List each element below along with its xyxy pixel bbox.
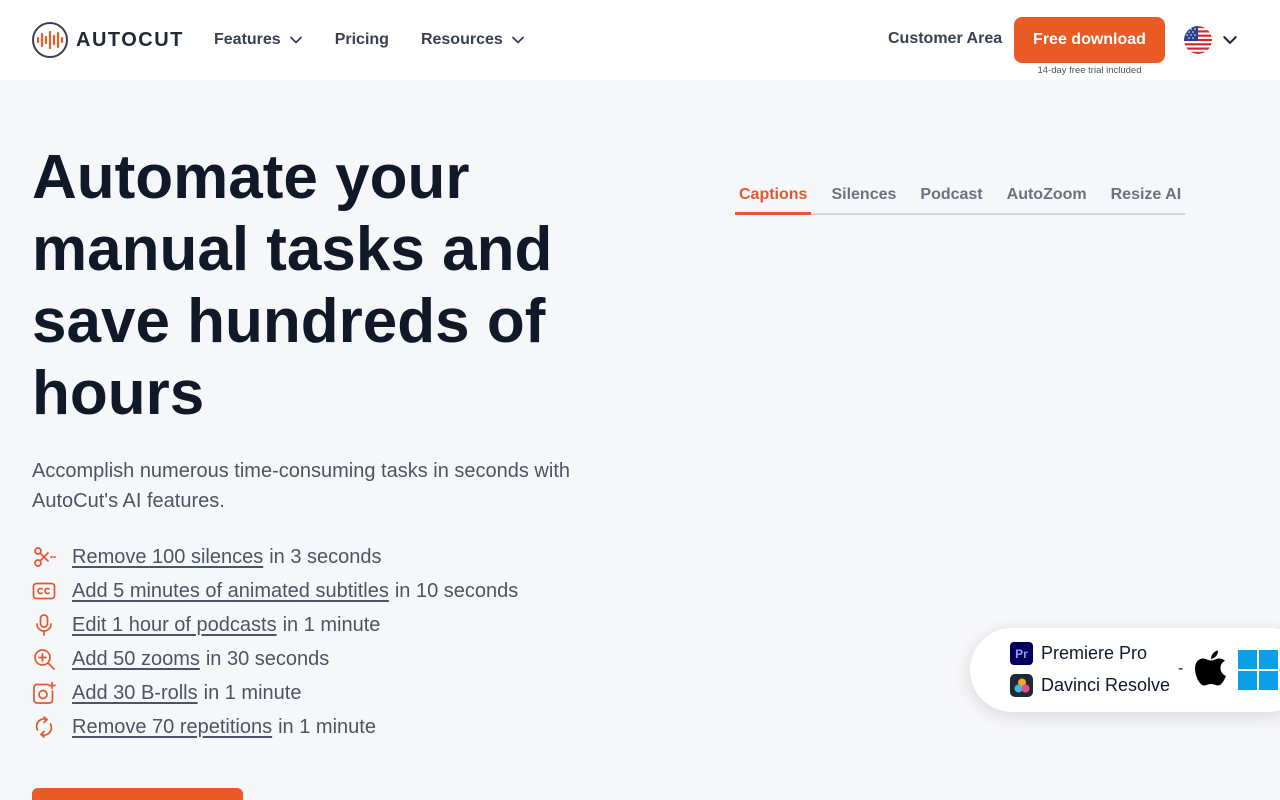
free-download-button[interactable]: Free download <box>1014 17 1165 63</box>
hero-title: Automate your manual tasks and save hund… <box>32 143 553 428</box>
chevron-down-icon <box>289 36 302 44</box>
autocut-logo-icon <box>32 22 68 58</box>
closed-captions-icon <box>32 579 56 603</box>
app-name: Premiere Pro <box>1041 643 1148 663</box>
nav-features-label: Features <box>214 31 281 48</box>
feature-duration: in 1 minute <box>278 715 376 738</box>
chevron-down-icon <box>1223 36 1237 44</box>
windows-icon <box>1238 650 1278 690</box>
download-cta: Free download 14-day free trial included <box>1014 17 1165 76</box>
nav-pricing[interactable]: Pricing <box>335 30 389 50</box>
davinci-resolve-row: Davinci Resolve <box>1010 674 1170 697</box>
image-add-icon <box>32 681 56 705</box>
feature-link[interactable]: Add 30 B-rolls <box>72 682 198 705</box>
nav-resources[interactable]: Resources <box>421 30 525 50</box>
tab-autozoom[interactable]: AutoZoom <box>995 170 1099 215</box>
brand-name: AUTOCUT <box>76 28 184 51</box>
customer-area-link[interactable]: Customer Area <box>888 30 1002 48</box>
tab-captions[interactable]: Captions <box>735 170 812 215</box>
compatibility-badge: Pr Premiere Pro Davinci Resolve - <box>970 628 1280 712</box>
zoom-in-icon <box>32 647 56 671</box>
us-flag-icon <box>1184 26 1212 54</box>
feature-item: Edit 1 hour of podcasts in 1 minute <box>32 608 518 642</box>
premiere-pro-row: Pr Premiere Pro <box>1010 642 1147 665</box>
hero-cta-button[interactable] <box>32 788 243 800</box>
feature-duration: in 10 seconds <box>394 579 519 602</box>
feature-item: Remove 100 silences in 3 seconds <box>32 540 518 574</box>
feature-duration: in 3 seconds <box>269 545 382 568</box>
hero-subtitle: Accomplish numerous time-consuming tasks… <box>32 460 570 512</box>
feature-tabs: Captions Silences Podcast AutoZoom Resiz… <box>735 170 1185 215</box>
tab-silences[interactable]: Silences <box>819 170 908 215</box>
main-menu: Features Pricing Resources <box>214 30 525 50</box>
logo[interactable]: AUTOCUT <box>32 22 184 58</box>
nav-pricing-label: Pricing <box>334 31 389 48</box>
chevron-down-icon <box>511 36 524 44</box>
feature-list: Remove 100 silences in 3 seconds Add 5 m… <box>32 540 518 744</box>
premiere-pro-icon: Pr <box>1010 642 1033 665</box>
feature-item: Add 50 zooms in 30 seconds <box>32 642 518 676</box>
feature-link[interactable]: Remove 100 silences <box>72 546 263 569</box>
language-selector[interactable] <box>1184 26 1238 54</box>
feature-item: Add 30 B-rolls in 1 minute <box>32 676 518 710</box>
apple-icon <box>1195 650 1226 686</box>
trial-note: 14-day free trial included <box>1037 65 1142 76</box>
davinci-resolve-icon <box>1010 674 1033 697</box>
separator: - <box>1178 660 1184 677</box>
feature-duration: in 1 minute <box>203 681 302 704</box>
feature-link[interactable]: Add 50 zooms <box>72 648 200 671</box>
tab-resize-ai[interactable]: Resize AI <box>1099 170 1194 215</box>
feature-duration: in 30 seconds <box>205 647 330 670</box>
repeat-icon <box>32 715 56 739</box>
top-nav: AUTOCUT Features Pricing Resources Custo… <box>0 0 1280 80</box>
app-name: Davinci Resolve <box>1041 675 1171 695</box>
scissors-icon <box>32 545 56 569</box>
feature-link[interactable]: Edit 1 hour of podcasts <box>72 614 277 637</box>
nav-features[interactable]: Features <box>214 30 303 50</box>
feature-link[interactable]: Remove 70 repetitions <box>72 716 272 739</box>
feature-item: Remove 70 repetitions in 1 minute <box>32 710 518 744</box>
tab-podcast[interactable]: Podcast <box>908 170 994 215</box>
microphone-icon <box>32 613 56 637</box>
feature-duration: in 1 minute <box>282 613 381 636</box>
feature-item: Add 5 minutes of animated subtitles in 1… <box>32 574 518 608</box>
feature-link[interactable]: Add 5 minutes of animated subtitles <box>72 580 389 603</box>
nav-resources-label: Resources <box>420 31 503 48</box>
